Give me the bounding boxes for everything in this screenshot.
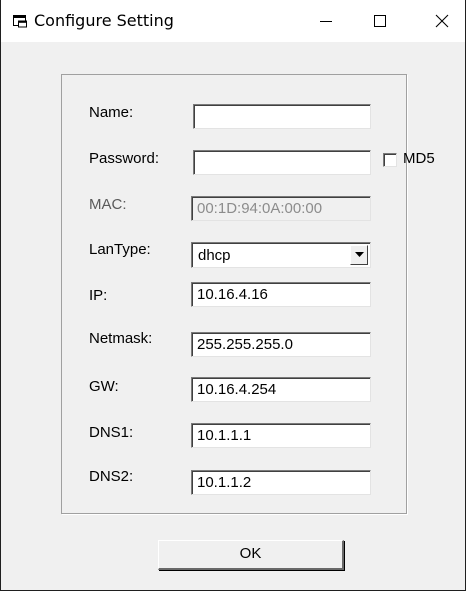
name-label: Name: [89,104,134,121]
password-label: Password: [89,150,160,167]
dns1-label: DNS1: [89,424,134,441]
lantype-label: LanType: [89,241,151,258]
lantype-select[interactable]: dhcp [191,242,371,268]
lantype-selected-value: dhcp [198,247,231,264]
password-field[interactable] [193,150,371,175]
minimize-icon [320,21,332,22]
ip-label: IP: [89,287,108,304]
window-app-icon [13,15,27,28]
netmask-field[interactable]: 255.255.255.0 [191,332,371,357]
dns2-label: DNS2: [89,468,134,485]
window-title: Configure Setting [34,11,174,30]
mac-label: MAC: [89,196,127,213]
chevron-down-icon [354,252,364,257]
configure-setting-dialog: Configure Setting Name: Password: MD5 MA… [0,0,466,591]
close-button[interactable] [419,0,465,42]
close-icon [435,14,449,28]
md5-label[interactable]: MD5 [403,150,435,168]
dns1-field[interactable]: 10.1.1.1 [191,423,371,448]
ok-button[interactable]: OK [158,540,344,570]
maximize-button[interactable] [357,0,403,42]
minimize-button[interactable] [303,0,349,42]
lantype-dropdown-button[interactable] [350,245,368,265]
ip-field[interactable]: 10.16.4.16 [191,282,371,307]
md5-checkbox[interactable] [383,153,397,167]
dns2-field[interactable]: 10.1.1.2 [191,470,371,495]
gw-field[interactable]: 10.16.4.254 [191,377,371,402]
netmask-label: Netmask: [89,330,153,347]
name-field[interactable] [193,104,371,129]
gw-label: GW: [89,378,119,395]
maximize-icon [374,15,386,27]
mac-field: 00:1D:94:0A:00:00 [191,196,371,221]
title-bar[interactable]: Configure Setting [1,0,465,42]
